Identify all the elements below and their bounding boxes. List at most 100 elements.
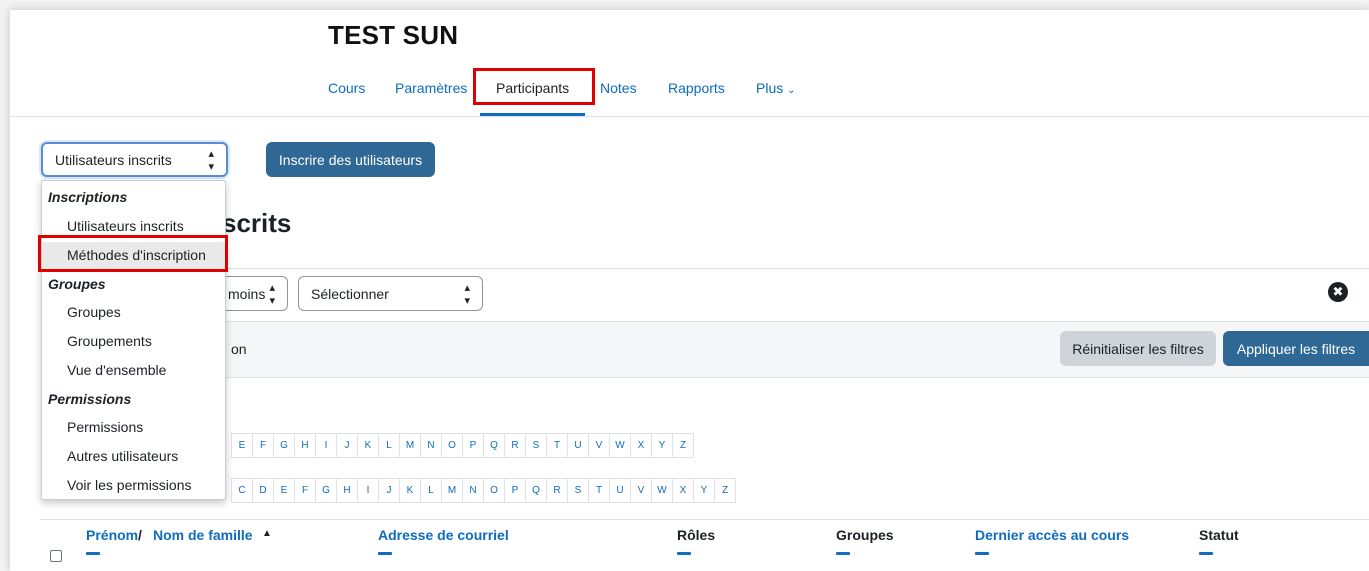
lastname-initial-g[interactable]: G [315, 478, 337, 503]
course-title: TEST SUN [328, 20, 459, 50]
lastname-initial-k[interactable]: K [399, 478, 421, 503]
hide-column-last-access-icon[interactable] [975, 552, 989, 555]
enrolment-navigation-select[interactable]: Utilisateurs inscrits ▴ ▾ [41, 142, 228, 177]
enrolment-methods-highlight-box [38, 235, 228, 272]
dropdown-item-check-permissions[interactable]: Voir les permissions [67, 477, 192, 493]
lastname-initial-p[interactable]: P [504, 478, 526, 503]
firstname-initial-t[interactable]: T [546, 433, 568, 458]
hide-column-roles-icon[interactable] [677, 552, 691, 555]
lastname-initial-j[interactable]: J [378, 478, 400, 503]
participants-highlight-box [473, 68, 595, 105]
hide-column-groups-icon[interactable] [836, 552, 850, 555]
enrolment-dropdown-menu: Inscriptions Utilisateurs inscrits Métho… [41, 180, 226, 500]
header-roles: Rôles [677, 527, 716, 543]
firstname-initial-r[interactable]: R [504, 433, 526, 458]
firstname-initial-e[interactable]: E [231, 433, 253, 458]
firstname-initial-n[interactable]: N [420, 433, 442, 458]
filter-footer-text: on [231, 341, 247, 357]
lastname-initial-e[interactable]: E [273, 478, 295, 503]
dropdown-group-groupes: Groupes [48, 276, 106, 292]
firstname-initial-y[interactable]: Y [651, 433, 673, 458]
lastname-initial-y[interactable]: Y [693, 478, 715, 503]
tab-cours[interactable]: Cours [328, 80, 365, 96]
dropdown-item-groups[interactable]: Groupes [67, 304, 121, 320]
firstname-initial-j[interactable]: J [336, 433, 358, 458]
enrol-users-button[interactable]: Inscrire des utilisateurs [266, 142, 435, 177]
page-heading: scrits [222, 208, 292, 238]
lastname-initial-l[interactable]: L [420, 478, 442, 503]
lastname-initial-h[interactable]: H [336, 478, 358, 503]
nav-divider [10, 116, 1369, 117]
dropdown-group-inscriptions: Inscriptions [48, 189, 128, 205]
lastname-initial-n[interactable]: N [462, 478, 484, 503]
header-name-separator: / [138, 527, 142, 543]
header-lastname[interactable]: Nom de famille [153, 527, 253, 543]
hide-column-email-icon[interactable] [378, 552, 392, 555]
tab-plus-label: Plus [756, 80, 784, 96]
lastname-initial-f[interactable]: F [294, 478, 316, 503]
firstname-initial-w[interactable]: W [609, 433, 631, 458]
dropdown-item-groupings[interactable]: Groupements [67, 333, 152, 349]
dropdown-item-overview[interactable]: Vue d'ensemble [67, 362, 166, 378]
lastname-initial-s[interactable]: S [567, 478, 589, 503]
dropdown-item-other-users[interactable]: Autres utilisateurs [67, 448, 178, 464]
firstname-initial-z[interactable]: Z [672, 433, 694, 458]
header-last-access[interactable]: Dernier accès au cours [975, 527, 1129, 543]
lastname-initials-bar: CDEFGHIJKLMNOPQRSTUVWXYZ [231, 478, 736, 503]
firstname-initial-q[interactable]: Q [483, 433, 505, 458]
tab-rapports[interactable]: Rapports [668, 80, 725, 96]
reset-filters-button[interactable]: Réinitialiser les filtres [1060, 331, 1216, 366]
apply-filters-button[interactable]: Appliquer les filtres [1223, 331, 1369, 366]
course-page: TEST SUN Cours Paramètres Participants N… [10, 10, 1369, 571]
lastname-initial-q[interactable]: Q [525, 478, 547, 503]
tab-notes[interactable]: Notes [600, 80, 637, 96]
lastname-initial-x[interactable]: X [672, 478, 694, 503]
lastname-initial-d[interactable]: D [252, 478, 274, 503]
secondary-navigation: Cours Paramètres Participants Notes Rapp… [10, 80, 1369, 120]
lastname-initial-w[interactable]: W [651, 478, 673, 503]
hide-column-status-icon[interactable] [1199, 552, 1213, 555]
enrolment-select-value: Utilisateurs inscrits [55, 151, 172, 168]
firstname-initial-p[interactable]: P [462, 433, 484, 458]
firstname-initial-g[interactable]: G [273, 433, 295, 458]
lastname-initial-z[interactable]: Z [714, 478, 736, 503]
dropdown-item-permissions[interactable]: Permissions [67, 419, 143, 435]
firstname-initial-x[interactable]: X [630, 433, 652, 458]
lastname-initial-r[interactable]: R [546, 478, 568, 503]
tab-plus[interactable]: Plus ⌄ [756, 80, 796, 96]
select-caret-icon: ▴ ▾ [269, 281, 275, 307]
firstname-initials-bar: EFGHIJKLMNOPQRSTUVWXYZ [231, 433, 694, 458]
header-groups: Groupes [836, 527, 894, 543]
firstname-initial-s[interactable]: S [525, 433, 547, 458]
header-firstname[interactable]: Prénom [86, 527, 138, 543]
header-status: Statut [1199, 527, 1239, 543]
firstname-initial-u[interactable]: U [567, 433, 589, 458]
table-header-divider [40, 519, 1369, 520]
firstname-initial-i[interactable]: I [315, 433, 337, 458]
firstname-initial-v[interactable]: V [588, 433, 610, 458]
lastname-initial-o[interactable]: O [483, 478, 505, 503]
firstname-initial-h[interactable]: H [294, 433, 316, 458]
remove-filter-close-icon[interactable]: ✖ [1328, 282, 1348, 302]
select-all-checkbox[interactable] [50, 550, 62, 562]
filter-match-value: moins [228, 285, 266, 302]
firstname-initial-m[interactable]: M [399, 433, 421, 458]
tab-parametres[interactable]: Paramètres [395, 80, 467, 96]
lastname-initial-t[interactable]: T [588, 478, 610, 503]
lastname-initial-v[interactable]: V [630, 478, 652, 503]
header-email[interactable]: Adresse de courriel [378, 527, 509, 543]
lastname-initial-i[interactable]: I [357, 478, 379, 503]
lastname-initial-c[interactable]: C [231, 478, 253, 503]
dropdown-group-permissions: Permissions [48, 391, 132, 407]
lastname-initial-u[interactable]: U [609, 478, 631, 503]
chevron-down-icon: ⌄ [787, 85, 796, 96]
firstname-initial-l[interactable]: L [378, 433, 400, 458]
sort-ascending-icon: ▲ [262, 528, 272, 539]
lastname-initial-m[interactable]: M [441, 478, 463, 503]
dropdown-item-enrolled-users[interactable]: Utilisateurs inscrits [67, 218, 184, 234]
firstname-initial-o[interactable]: O [441, 433, 463, 458]
firstname-initial-f[interactable]: F [252, 433, 274, 458]
firstname-initial-k[interactable]: K [357, 433, 379, 458]
filter-type-select[interactable]: Sélectionner ▴ ▾ [298, 276, 483, 311]
hide-column-firstname-icon[interactable] [86, 552, 100, 555]
